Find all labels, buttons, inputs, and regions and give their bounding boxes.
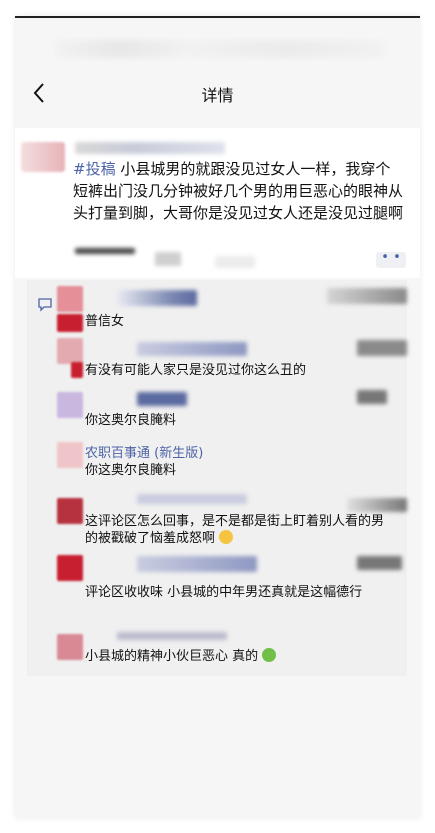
blurred-status bbox=[55, 40, 385, 58]
post-body: 小县城男的就跟没见过女人一样，我穿个短裤出门没几分钟被好几个男的用巨恶心的眼神从… bbox=[73, 160, 404, 222]
commenter-name-blur[interactable] bbox=[137, 494, 247, 504]
comment-section: 普信女 有没有可能人家只是没见过你这么丑的 你这奥尔良腌料 农职百事通 (新生版… bbox=[27, 280, 407, 676]
commenter-name-blur[interactable] bbox=[137, 392, 187, 406]
commenter-name-blur[interactable] bbox=[137, 556, 257, 572]
more-options-button[interactable]: • • bbox=[376, 251, 406, 268]
comment-meta-blur bbox=[347, 498, 407, 512]
commenter-avatar-mark bbox=[57, 314, 83, 332]
post-meta-blur-2 bbox=[215, 256, 255, 268]
comment-meta-blur bbox=[357, 556, 402, 570]
commenter-avatar[interactable] bbox=[57, 555, 83, 581]
comment-meta-blur bbox=[327, 288, 407, 304]
commenter-name-blur[interactable] bbox=[117, 290, 197, 306]
comment-text: 有没有可能人家只是没见过你这么丑的 bbox=[85, 363, 307, 378]
status-bar bbox=[15, 18, 420, 70]
post-card: #投稿 小县城男的就跟没见过女人一样，我穿个短裤出门没几分钟被好几个男的用巨恶心… bbox=[15, 128, 420, 278]
phone-screen: 详情 #投稿 小县城男的就跟没见过女人一样，我穿个短裤出门没几分钟被好几个男的用… bbox=[15, 16, 420, 818]
comment-text: 普信女 bbox=[85, 314, 125, 329]
post-avatar[interactable] bbox=[21, 142, 65, 172]
commenter-avatar[interactable] bbox=[57, 392, 83, 418]
post-hashtag[interactable]: #投稿 bbox=[73, 160, 116, 178]
post-image-blur bbox=[75, 248, 135, 254]
comment-text-body: 小县城的精神小伙巨恶心 真的 bbox=[85, 649, 259, 664]
comment-meta-blur bbox=[357, 340, 407, 356]
comment-text-body: 这评论区怎么回事，是不是都是街上盯着别人看的男的被戳破了恼羞成怒啊 bbox=[85, 514, 385, 546]
commenter-avatar[interactable] bbox=[57, 498, 83, 524]
comment-text: 评论区收收味 小县城的中年男还真就是这幅德行 bbox=[85, 585, 363, 600]
commenter-avatar-mark bbox=[71, 362, 83, 378]
post-author-name[interactable] bbox=[75, 142, 225, 154]
post-content: #投稿 小县城男的就跟没见过女人一样，我穿个短裤出门没几分钟被好几个男的用巨恶心… bbox=[73, 158, 403, 224]
comment-text: 这评论区怎么回事，是不是都是街上盯着别人看的男的被戳破了恼羞成怒啊 bbox=[85, 513, 385, 547]
comment-text: 小县城的精神小伙巨恶心 真的 bbox=[85, 648, 385, 665]
comment-meta-blur bbox=[357, 390, 387, 404]
nauseated-face-icon bbox=[262, 648, 277, 662]
page-title: 详情 bbox=[201, 86, 234, 105]
comment-icon bbox=[38, 298, 52, 312]
commenter-name-blur[interactable] bbox=[137, 342, 247, 356]
navigation-bar: 详情 bbox=[15, 74, 420, 112]
commenter-avatar[interactable] bbox=[57, 286, 83, 312]
commenter-avatar[interactable] bbox=[57, 442, 83, 468]
commenter-name-blur[interactable] bbox=[117, 632, 227, 640]
commenter-name[interactable]: 农职百事通 (新生版) bbox=[85, 442, 203, 461]
flushed-face-icon bbox=[219, 530, 234, 544]
post-meta-blur bbox=[155, 252, 181, 266]
comment-text: 你这奥尔良腌料 bbox=[85, 413, 177, 428]
commenter-avatar[interactable] bbox=[57, 338, 83, 364]
commenter-avatar[interactable] bbox=[57, 634, 83, 660]
comment-text: 你这奥尔良腌料 bbox=[85, 463, 177, 478]
